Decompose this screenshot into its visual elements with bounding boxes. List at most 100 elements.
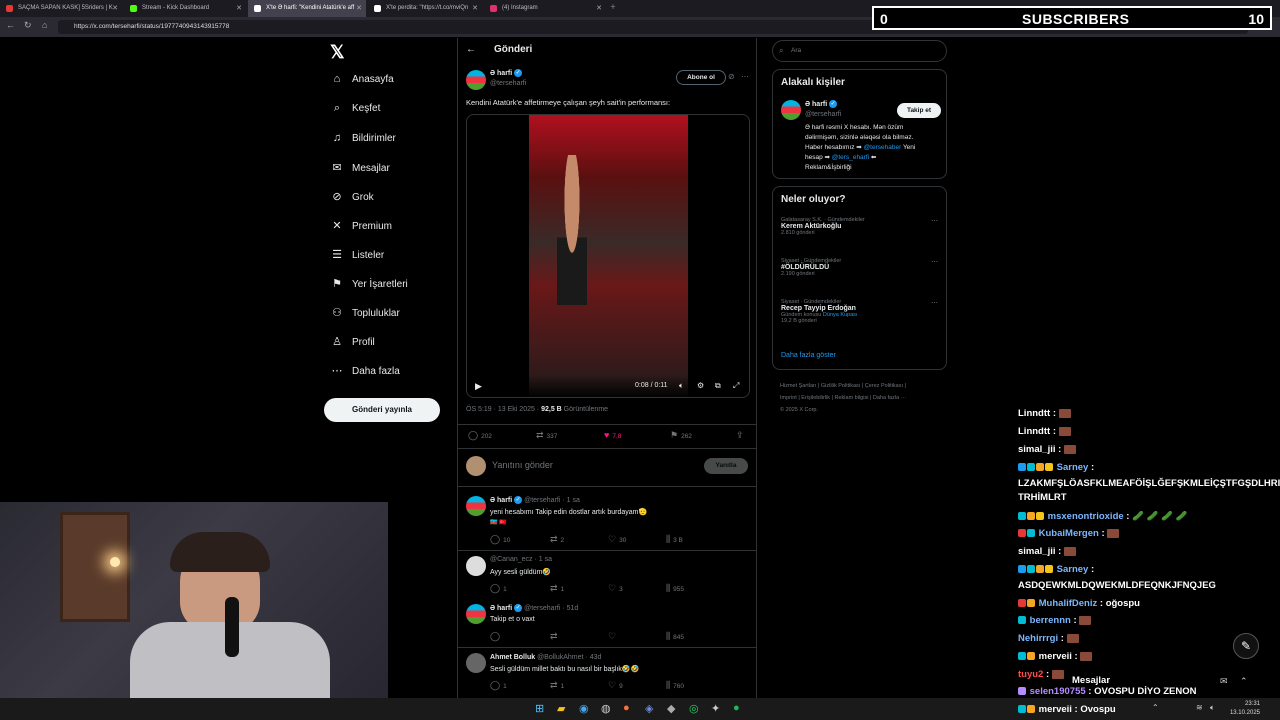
- browser-tab-active[interactable]: X'te Ə harfi: "Kendini Atatürk'e aff ✕: [248, 0, 366, 17]
- app-icon[interactable]: ◆: [667, 702, 675, 715]
- reply-button[interactable]: Yanıtla: [704, 458, 748, 474]
- reply-author[interactable]: Ahmet Bolluk @BollukAhmet · 43d: [490, 654, 601, 661]
- spotify-icon[interactable]: ●: [733, 702, 740, 714]
- nav-item-premium[interactable]: ✕ Premium: [330, 219, 392, 239]
- reply-author[interactable]: @Canan_ecz · 1 sa: [490, 556, 552, 563]
- home-icon[interactable]: ⌂: [42, 20, 47, 30]
- repost-action[interactable]: ⇄ 1: [550, 583, 564, 594]
- whatsapp-icon[interactable]: ◎: [689, 702, 699, 715]
- steam-icon[interactable]: ◍: [601, 702, 611, 715]
- post-author[interactable]: Ə harfi ✓: [490, 69, 523, 77]
- avatar[interactable]: [466, 496, 486, 516]
- nav-item-bookmarks[interactable]: ⚑ Yer İşaretleri: [330, 277, 408, 297]
- reply-author[interactable]: Ə harfi ✓ @terseharfi · 1 sa: [490, 496, 580, 504]
- more-icon[interactable]: ⋯: [931, 299, 938, 307]
- app-icon[interactable]: ✦: [711, 702, 720, 715]
- volume-icon[interactable]: 🔈︎: [1210, 703, 1215, 713]
- nav-item-lists[interactable]: ☰ Listeler: [330, 248, 384, 268]
- subscribe-button[interactable]: Abone ol: [676, 70, 726, 85]
- post-handle[interactable]: @terseharfi: [490, 80, 526, 87]
- nav-item-explore[interactable]: ⌕ Keşfet: [330, 102, 380, 122]
- nav-item-profile[interactable]: ♙ Profil: [330, 335, 375, 355]
- views-action[interactable]: ⫼ 845: [666, 631, 684, 642]
- follow-button[interactable]: Takip et: [897, 103, 941, 118]
- settings-icon[interactable]: ⚙: [697, 381, 704, 390]
- reply-action[interactable]: ◯ 1: [490, 583, 507, 594]
- related-name[interactable]: Ə harfi ✓: [805, 100, 838, 108]
- repost-action[interactable]: ⇄ 2: [550, 534, 564, 545]
- like-action[interactable]: ♡ 9: [608, 680, 623, 691]
- avatar[interactable]: [466, 556, 486, 576]
- trend-item[interactable]: Galatasaray S.K. · Gündemdekiler Kerem A…: [781, 217, 941, 236]
- like-action[interactable]: ♥ 7,8: [604, 430, 621, 440]
- back-arrow-icon[interactable]: ←: [466, 44, 476, 55]
- repost-action[interactable]: ⇄ 337: [536, 430, 557, 441]
- share-icon[interactable]: ⇪: [736, 430, 747, 441]
- reply-action[interactable]: ◯ 1: [490, 680, 507, 691]
- show-more-link[interactable]: Daha fazla göster: [781, 352, 836, 359]
- close-tab-icon[interactable]: ✕: [236, 0, 242, 17]
- mail-icon[interactable]: ✉: [1220, 676, 1228, 687]
- close-tab-icon[interactable]: ✕: [472, 0, 478, 17]
- nav-item-messages[interactable]: ✉ Mesajlar: [330, 161, 389, 181]
- pip-icon[interactable]: ⧉: [715, 381, 721, 391]
- back-icon[interactable]: ←: [6, 20, 15, 30]
- avatar[interactable]: [781, 100, 801, 120]
- browser-tab[interactable]: (4) Instagram ✕: [484, 0, 606, 17]
- avatar[interactable]: [466, 70, 486, 90]
- search-input[interactable]: ⌕ Ara: [772, 40, 947, 62]
- discord-icon[interactable]: ◈: [645, 702, 653, 715]
- browser-tab[interactable]: X'te perdita: "https://t.co/mviQn ✕: [368, 0, 482, 17]
- firefox-icon[interactable]: ●: [623, 702, 630, 714]
- views-action[interactable]: ⫼ 955: [666, 583, 684, 594]
- trend-item[interactable]: Siyaset · Gündemdekiler Recep Tayyip Erd…: [781, 299, 941, 324]
- more-icon[interactable]: ⋯: [741, 72, 749, 81]
- wifi-icon[interactable]: ≋: [1196, 703, 1203, 712]
- reload-icon[interactable]: ↻: [24, 20, 32, 31]
- views-action[interactable]: ⫼ 3 B: [666, 534, 683, 545]
- nav-item-notifications[interactable]: ♫ Bildirimler: [330, 132, 396, 152]
- repost-action[interactable]: ⇄: [550, 631, 561, 642]
- close-tab-icon[interactable]: ✕: [356, 0, 362, 17]
- x-logo-icon[interactable]: 𝕏: [330, 42, 345, 63]
- like-action[interactable]: ♡: [608, 631, 619, 642]
- avatar[interactable]: [466, 653, 486, 673]
- nav-item-grok[interactable]: ⊘ Grok: [330, 190, 373, 210]
- bookmark-action[interactable]: ⚑ 262: [670, 430, 692, 441]
- close-tab-icon[interactable]: ✕: [596, 0, 602, 17]
- reply-author[interactable]: Ə harfi ✓ @terseharfi · 51d: [490, 604, 578, 612]
- fullscreen-icon[interactable]: ⤢: [733, 381, 739, 391]
- chevron-up-icon[interactable]: ⌃: [1240, 676, 1248, 687]
- grok-icon[interactable]: ⊘: [728, 72, 735, 81]
- trend-item[interactable]: Siyaset · Gündemdekiler #ÖLDÜRÜLDÜ 2.190…: [781, 258, 941, 277]
- reply-input[interactable]: Yanıtını gönder: [492, 460, 553, 470]
- views-action[interactable]: ⫼ 760: [666, 680, 684, 691]
- reply-action[interactable]: ◯ 10: [490, 534, 510, 545]
- avatar[interactable]: [466, 604, 486, 624]
- like-action[interactable]: ♡ 30: [608, 534, 626, 545]
- nav-item-communities[interactable]: ⚇ Topluluklar: [330, 306, 400, 326]
- footer-links[interactable]: Hizmet Şartları | Gizlilik Politikası | …: [780, 380, 906, 416]
- more-icon[interactable]: ⋯: [931, 217, 938, 225]
- related-handle[interactable]: @terseharfi: [805, 111, 841, 118]
- windows-start-icon[interactable]: ⊞: [535, 702, 544, 715]
- nav-item-more[interactable]: ⋯ Daha fazla: [330, 364, 400, 384]
- volume-icon[interactable]: 🔈︎: [679, 381, 684, 391]
- folder-icon[interactable]: ▰: [557, 702, 565, 715]
- video-player[interactable]: ▶ 0:08 / 0:11 🔈︎ ⚙ ⧉ ⤢: [466, 114, 750, 398]
- like-action[interactable]: ♡ 3: [608, 583, 623, 594]
- nav-item-home[interactable]: ⌂ Anasayfa: [330, 73, 394, 93]
- browser-tab[interactable]: Stream - Kick Dashboard ✕: [124, 0, 246, 17]
- reply-action[interactable]: ◯: [490, 631, 503, 642]
- clock[interactable]: 23:31 13.10.2025: [1228, 700, 1260, 718]
- repost-action[interactable]: ⇄ 1: [550, 680, 564, 691]
- new-tab-button[interactable]: ＋: [606, 0, 622, 17]
- post-button[interactable]: Gönderi yayınla: [324, 398, 440, 422]
- chat-messages-label[interactable]: Mesajlar: [1070, 675, 1113, 686]
- edge-icon[interactable]: ◉: [579, 702, 589, 715]
- compose-icon[interactable]: ✎: [1233, 633, 1259, 659]
- browser-tab[interactable]: SAÇMA SAPAN KASK] 5Sriders | K ✕: [0, 0, 122, 17]
- tray-chevron-icon[interactable]: ⌃: [1152, 703, 1159, 712]
- play-icon[interactable]: ▶: [475, 381, 482, 392]
- close-tab-icon[interactable]: ✕: [112, 0, 118, 17]
